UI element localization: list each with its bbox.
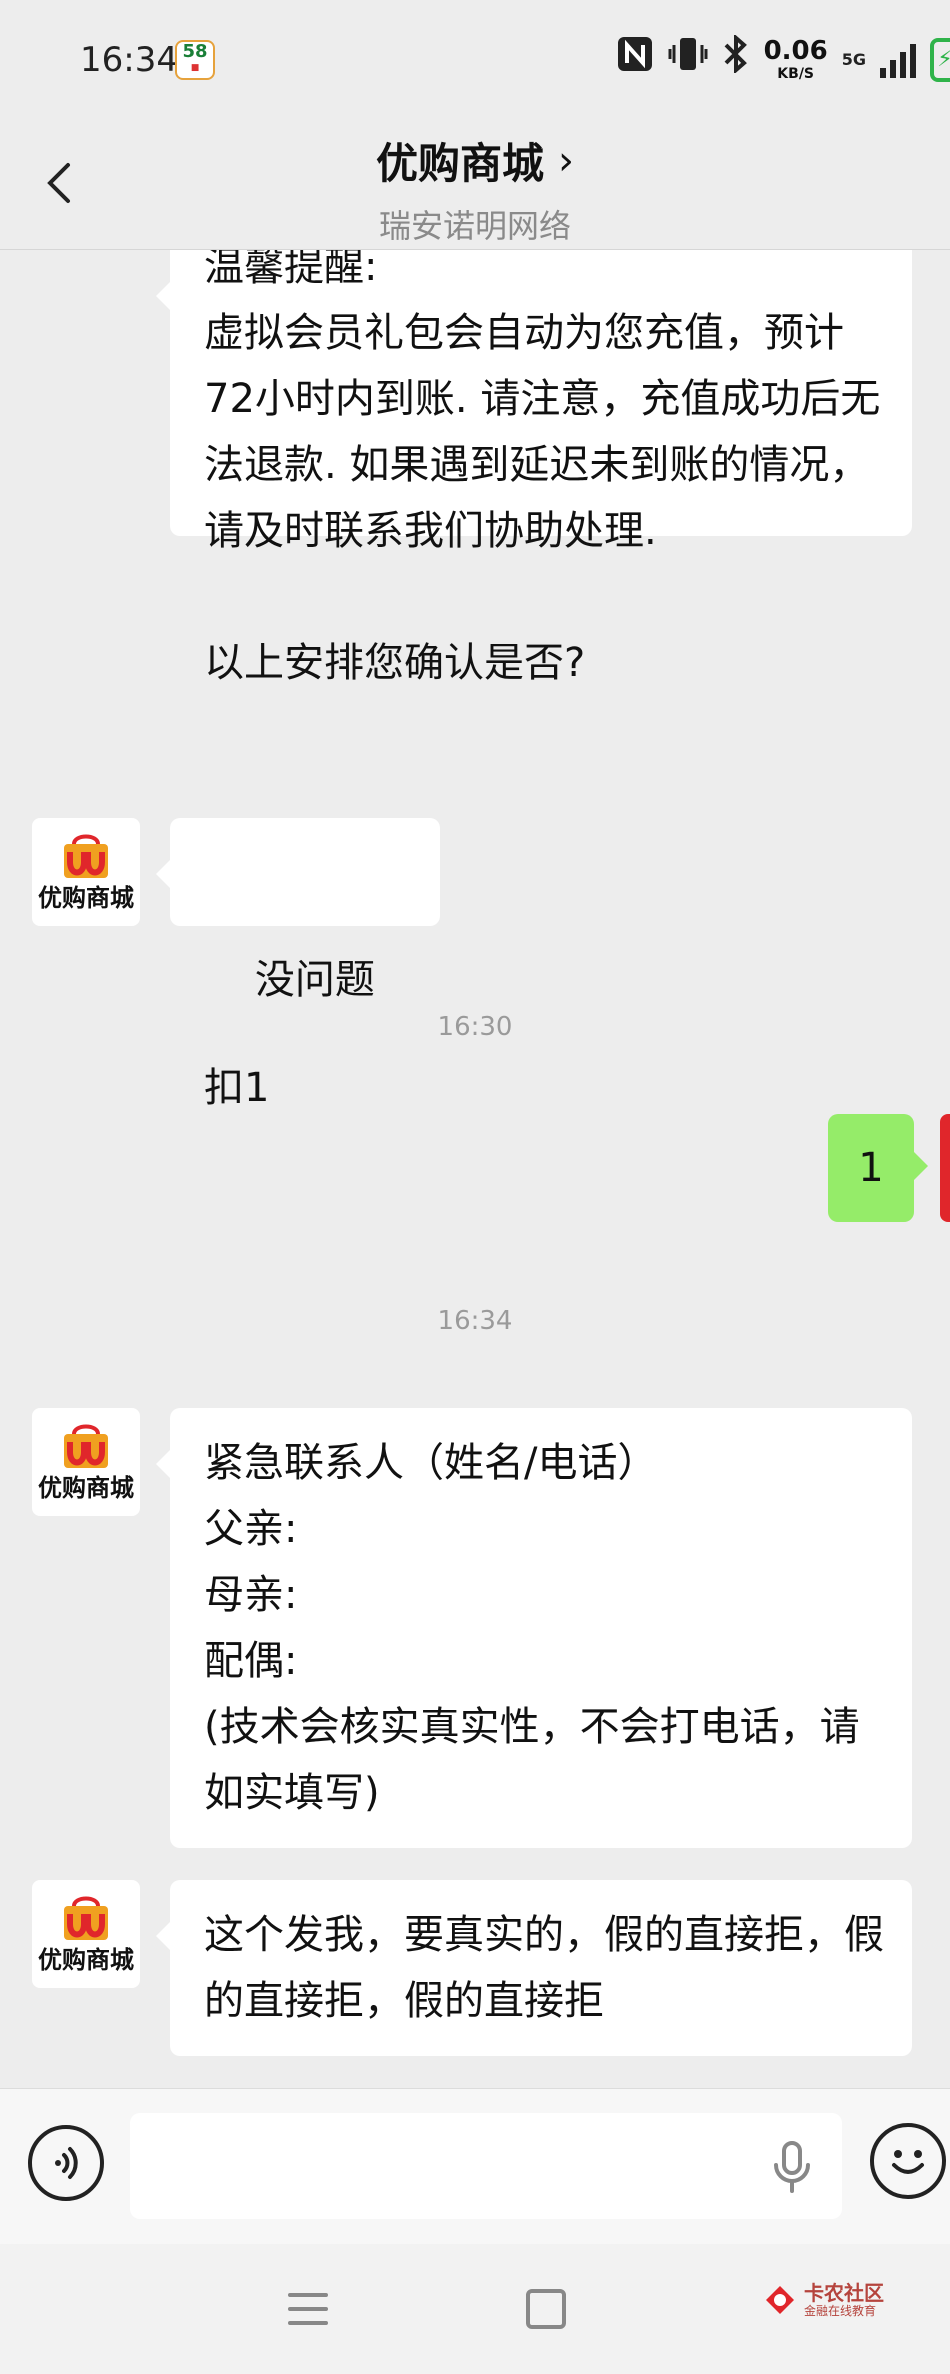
input-bar bbox=[0, 2088, 950, 2244]
contact-avatar[interactable]: 优购商城 bbox=[32, 818, 140, 926]
own-avatar[interactable] bbox=[940, 1114, 950, 1222]
header-title-area[interactable]: 优购商城 › 瑞安诺明网络 bbox=[0, 130, 950, 247]
battery-charging-icon: ⚡ bbox=[930, 38, 950, 82]
chat-messages[interactable]: 温馨提醒: 虚拟会员礼包会自动为您充值，预计72小时内到账. 请注意，充值成功后… bbox=[0, 250, 950, 2088]
contact-avatar[interactable]: 优购商城 bbox=[32, 1880, 140, 1988]
status-icons: 0.06 KB/S 5G ⚡ bbox=[616, 33, 950, 86]
contact-subtitle: 瑞安诺明网络 bbox=[378, 207, 571, 245]
contact-name: 优购商城 bbox=[375, 139, 544, 188]
message-text: 紧急联系人（姓名/电话） 父亲: 母亲: 配偶: (技术会核实真实性，不会打电话… bbox=[204, 1440, 860, 1816]
network-speed: 0.06 KB/S bbox=[764, 37, 828, 83]
watermark: 卡农社区 金融在线教育 bbox=[762, 2282, 884, 2318]
voice-wave-icon bbox=[55, 2147, 78, 2179]
signal-strength-icon bbox=[880, 42, 916, 78]
avatar-label: 优购商城 bbox=[38, 1474, 134, 1502]
message-text: 这个发我，要真实的，假的直接拒，假的直接拒，假的直接拒 bbox=[204, 1912, 884, 2024]
status-bar: 16:34 58 ■ 0.06 KB/S 5G ⚡ bbox=[0, 0, 950, 118]
nav-menu-button[interactable] bbox=[286, 2289, 330, 2329]
message-timestamp: 16:34 bbox=[437, 1306, 513, 1336]
avatar-label: 优购商城 bbox=[38, 884, 134, 912]
watermark-logo-icon bbox=[766, 2286, 794, 2314]
notification-badge-ribbon: ■ bbox=[190, 63, 200, 73]
chevron-right-icon: › bbox=[558, 137, 574, 184]
app-notification-badge: 58 ■ bbox=[175, 40, 215, 80]
message-input[interactable] bbox=[130, 2113, 842, 2219]
message-bubble[interactable]: 没问题扣1 bbox=[156, 818, 440, 1111]
system-navigation-bar: 卡农社区 金融在线教育 bbox=[0, 2244, 950, 2374]
message-bubble[interactable]: 温馨提醒: 虚拟会员礼包会自动为您充值，预计72小时内到账. 请注意，充值成功后… bbox=[156, 250, 912, 686]
nav-home-button[interactable] bbox=[526, 2289, 566, 2329]
watermark-subtext: 金融在线教育 bbox=[804, 2304, 877, 2318]
microphone-icon[interactable] bbox=[768, 2139, 816, 2195]
watermark-text: 卡农社区 bbox=[804, 2281, 884, 2305]
own-message-bubble[interactable]: 1 bbox=[828, 1114, 928, 1222]
voice-input-toggle[interactable] bbox=[28, 2125, 104, 2201]
contact-avatar[interactable]: 优购商城 bbox=[32, 1408, 140, 1516]
contact-title[interactable]: 优购商城 › bbox=[376, 130, 574, 191]
message-timestamp: 16:30 bbox=[437, 1012, 513, 1042]
message-bubble[interactable]: 这个发我，要真实的，假的直接拒，假的直接拒，假的直接拒 bbox=[156, 1880, 912, 2056]
network-speed-unit: KB/S bbox=[777, 66, 815, 82]
shopping-bag-logo-icon bbox=[64, 834, 108, 878]
shopping-bag-logo-icon bbox=[64, 1896, 108, 1940]
nfc-icon bbox=[616, 35, 654, 86]
bluetooth-icon bbox=[722, 33, 750, 86]
shopping-bag-logo-icon bbox=[64, 1424, 108, 1468]
chat-header: 优购商城 › 瑞安诺明网络 bbox=[0, 118, 950, 250]
network-speed-value: 0.06 bbox=[763, 36, 828, 66]
message-text: 1 bbox=[858, 1145, 884, 1191]
vibrate-icon bbox=[668, 35, 708, 86]
smiley-icon bbox=[892, 2150, 924, 2174]
message-text: 温馨提醒: 虚拟会员礼包会自动为您充值，预计72小时内到账. 请注意，充值成功后… bbox=[204, 250, 881, 686]
notification-badge-number: 58 bbox=[182, 41, 208, 62]
message-bubble[interactable]: 紧急联系人（姓名/电话） 父亲: 母亲: 配偶: (技术会核实真实性，不会打电话… bbox=[156, 1408, 912, 1848]
menu-lines-icon bbox=[288, 2293, 328, 2325]
emoji-button[interactable] bbox=[870, 2123, 946, 2199]
network-type: 5G bbox=[841, 50, 866, 69]
avatar-label: 优购商城 bbox=[38, 1946, 134, 1974]
status-time: 16:34 bbox=[80, 40, 178, 80]
